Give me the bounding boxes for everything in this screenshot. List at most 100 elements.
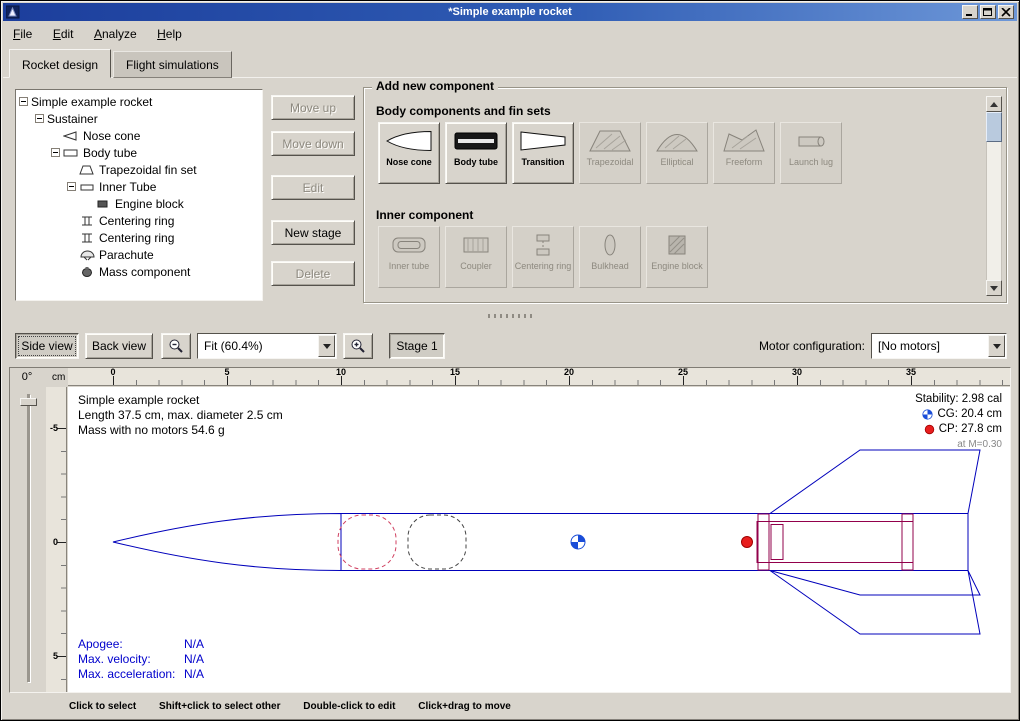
tree-item-parachute[interactable]: Parachute <box>16 246 262 263</box>
zoom-in-button[interactable] <box>343 333 373 359</box>
cg-value: CG: 20.4 cm <box>937 407 1002 422</box>
splitter-handle[interactable] <box>488 314 532 318</box>
motor-configuration-value: [No motors] <box>878 339 940 353</box>
tab-rocket-design[interactable]: Rocket design <box>9 49 111 78</box>
component-button-label: Launch lug <box>789 157 833 167</box>
ruler-label: 5 <box>224 367 229 377</box>
menu-edit[interactable]: Edit <box>45 23 82 44</box>
launch-lug-icon <box>787 128 835 154</box>
tree-item-centering-ring-2[interactable]: Centering ring <box>16 229 262 246</box>
centering-ring-icon <box>519 232 567 258</box>
bulkhead-icon <box>586 232 634 258</box>
tree-item-rocket[interactable]: Simple example rocket <box>16 93 262 110</box>
scrollbar-thumb[interactable] <box>986 112 1002 142</box>
tree-item-label: Body tube <box>83 146 137 160</box>
title-bar[interactable]: *Simple example rocket <box>3 3 1017 21</box>
side-view-button[interactable]: Side view <box>15 333 79 359</box>
tree-item-inner-tube[interactable]: Inner Tube <box>16 178 262 195</box>
add-nose-cone-button[interactable]: Nose cone <box>378 122 440 184</box>
cg-legend-icon <box>922 409 933 420</box>
add-transition-button[interactable]: Transition <box>512 122 574 184</box>
ruler-label: 30 <box>792 367 802 377</box>
menu-file[interactable]: File <box>5 23 40 44</box>
maximize-button[interactable] <box>980 5 996 19</box>
cg-marker <box>571 535 585 549</box>
body-tube-icon <box>452 128 500 154</box>
component-tree[interactable]: Simple example rocket Sustainer Nose con… <box>15 89 263 301</box>
tree-expander-icon[interactable] <box>67 182 76 191</box>
hint-shift-click: Shift+click to select other <box>159 701 280 712</box>
tree-item-label: Engine block <box>115 197 184 211</box>
menu-analyze[interactable]: Analyze <box>86 23 145 44</box>
add-coupler-button: Coupler <box>445 226 507 288</box>
tab-strip: Rocket design Flight simulations <box>3 47 1017 78</box>
application-window: *Simple example rocket File Edit Analyze… <box>0 0 1020 721</box>
zoom-out-icon <box>168 338 184 354</box>
elliptical-fin-icon <box>653 128 701 154</box>
component-scrollbar[interactable] <box>986 96 1002 296</box>
rotation-slider-track[interactable] <box>27 394 30 682</box>
tree-item-label: Parachute <box>99 248 154 262</box>
max-velocity-label: Max. velocity: <box>78 652 184 667</box>
tree-expander-icon[interactable] <box>35 114 44 123</box>
tree-actions: Move up Move down Edit New stage Delete <box>271 95 355 286</box>
component-button-label: Inner tube <box>389 261 430 271</box>
cp-legend-icon <box>924 424 935 435</box>
tree-item-label: Sustainer <box>47 112 98 126</box>
hint-double-click: Double-click to edit <box>303 701 395 712</box>
tree-item-engine-block[interactable]: Engine block <box>16 195 262 212</box>
status-bar: Click to select Shift+click to select ot… <box>3 696 1017 720</box>
trapezoidal-fin-icon <box>586 128 634 154</box>
motor-configuration-label: Motor configuration: <box>759 339 865 353</box>
engine-block-icon <box>95 198 111 210</box>
tree-item-label: Inner Tube <box>99 180 156 194</box>
component-button-label: Trapezoidal <box>587 157 634 167</box>
tree-expander-icon[interactable] <box>51 148 60 157</box>
mach-condition: at M=0.30 <box>957 437 1002 452</box>
rocket-mass: Mass with no motors 54.6 g <box>78 423 283 438</box>
add-body-tube-button[interactable]: Body tube <box>445 122 507 184</box>
close-button[interactable] <box>998 5 1014 19</box>
tree-item-nose-cone[interactable]: Nose cone <box>16 127 262 144</box>
ruler-label: -5 <box>50 423 58 433</box>
zoom-out-button[interactable] <box>161 333 191 359</box>
new-stage-button[interactable]: New stage <box>271 220 355 245</box>
vertical-ruler: -5 0 5 <box>46 387 67 692</box>
add-bulkhead-button: Bulkhead <box>579 226 641 288</box>
inner-component-label: Inner component <box>376 208 473 222</box>
combo-arrow-button[interactable] <box>318 335 335 357</box>
rocket-canvas[interactable]: Simple example rocket Length 37.5 cm, ma… <box>68 387 1010 692</box>
edit-button: Edit <box>271 175 355 200</box>
tree-item-mass-component[interactable]: Mass component <box>16 263 262 280</box>
scroll-up-button[interactable] <box>986 96 1002 112</box>
stability-value: Stability: 2.98 cal <box>915 392 1002 407</box>
component-button-label: Engine block <box>651 261 703 271</box>
tree-item-centering-ring-1[interactable]: Centering ring <box>16 212 262 229</box>
tree-item-label: Mass component <box>99 265 190 279</box>
rocket-dimensions: Length 37.5 cm, max. diameter 2.5 cm <box>78 408 283 423</box>
centering-ring-icon <box>79 232 95 244</box>
tab-flight-simulations[interactable]: Flight simulations <box>113 51 232 78</box>
view-toolbar: Side view Back view Fit (60.4%) Stage 1 … <box>3 329 1017 363</box>
rotation-slider-handle[interactable] <box>20 398 37 406</box>
close-icon <box>1001 8 1011 17</box>
stage-1-toggle[interactable]: Stage 1 <box>389 333 445 359</box>
splitter[interactable] <box>3 309 1017 323</box>
combo-arrow-button[interactable] <box>988 335 1005 357</box>
zoom-in-icon <box>350 338 366 354</box>
minimize-button[interactable] <box>962 5 978 19</box>
scroll-down-button[interactable] <box>986 280 1002 296</box>
tree-expander-icon[interactable] <box>19 97 28 106</box>
menu-help[interactable]: Help <box>149 23 190 44</box>
tree-item-body-tube[interactable]: Body tube <box>16 144 262 161</box>
body-components-label: Body components and fin sets <box>376 104 551 118</box>
zoom-combobox[interactable]: Fit (60.4%) <box>197 333 337 359</box>
tree-item-sustainer[interactable]: Sustainer <box>16 110 262 127</box>
move-up-button: Move up <box>271 95 355 120</box>
tree-item-trapezoidal-fin-set[interactable]: Trapezoidal fin set <box>16 161 262 178</box>
centering-ring-icon <box>79 215 95 227</box>
tree-item-label: Simple example rocket <box>31 95 152 109</box>
window-title: *Simple example rocket <box>3 6 1017 18</box>
back-view-button[interactable]: Back view <box>85 333 153 359</box>
motor-configuration-combobox[interactable]: [No motors] <box>871 333 1007 359</box>
